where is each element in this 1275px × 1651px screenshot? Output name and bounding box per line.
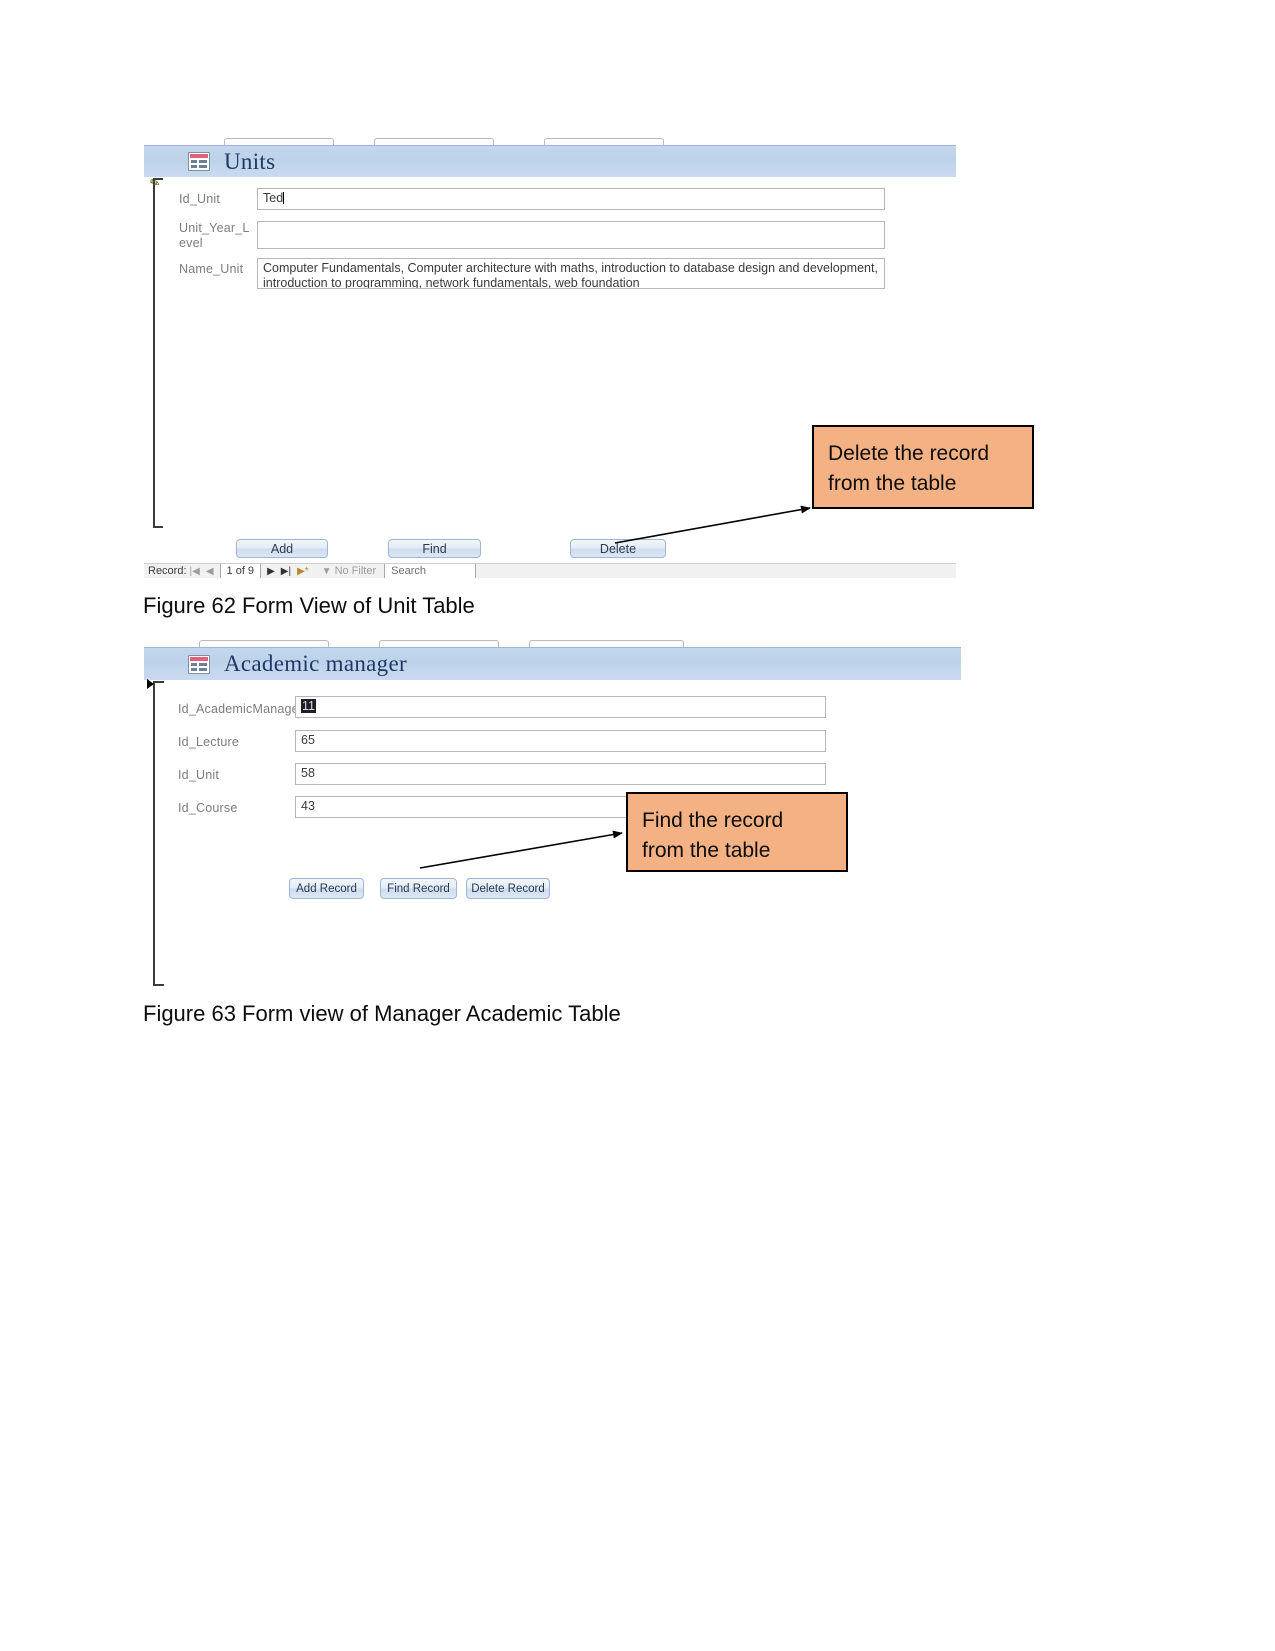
unit-record-selector[interactable] <box>153 178 163 528</box>
form-table-icon <box>188 152 210 171</box>
field-label-unit-year-level: Unit_Year_Level <box>179 221 250 250</box>
field-label-id-unit: Id_Unit <box>178 768 220 782</box>
delete-callout-line2: from the table <box>828 472 957 495</box>
find-callout-line1: Find the record <box>642 809 784 832</box>
field-input-id-unit[interactable]: Ted <box>257 188 885 210</box>
field-value-id-lecture: 65 <box>301 733 315 747</box>
unit-record-navigator[interactable]: Record: |◀ ◀ 1 of 9 ▶ ▶| ▶* ▼ No Filter … <box>144 563 956 578</box>
delete-button-label: Delete <box>599 541 637 556</box>
field-label-name-unit: Name_Unit <box>179 262 244 276</box>
add-record-button[interactable]: Add Record <box>289 878 364 899</box>
unit-form-window[interactable]: Units ✎ Id_Unit Ted Unit_Year_Level Name… <box>144 138 956 578</box>
figure-63-caption: Figure 63 Form view of Manager Academic … <box>143 1001 621 1026</box>
field-value-id-course: 43 <box>301 799 315 813</box>
filter-status-label[interactable]: No Filter <box>335 565 377 577</box>
field-value-id-academicmanager: 11 <box>301 699 316 713</box>
search-input[interactable]: Search <box>384 564 477 578</box>
find-record-button[interactable]: Find Record <box>380 878 457 899</box>
field-input-unit-year-level[interactable] <box>257 221 885 249</box>
add-button[interactable]: Add <box>236 539 328 558</box>
manager-form-header: Academic manager <box>144 647 961 680</box>
unit-form-title: Units <box>224 148 276 174</box>
find-callout-line2: from the table <box>642 839 771 862</box>
text-caret <box>283 192 285 204</box>
field-value-id-unit: 58 <box>301 766 315 780</box>
current-record-arrow-icon <box>147 679 154 689</box>
new-record-icon[interactable]: ▶* <box>297 566 309 577</box>
figure-62-caption: Figure 62 Form View of Unit Table <box>143 593 475 618</box>
last-record-icon[interactable]: ▶| <box>281 566 291 577</box>
add-button-label: Add <box>270 541 294 556</box>
delete-record-button-label: Delete Record <box>471 882 545 895</box>
field-input-id-academicmanager[interactable]: 11 <box>295 696 826 718</box>
next-record-icon[interactable]: ▶ <box>267 566 275 577</box>
delete-record-button[interactable]: Delete Record <box>466 878 550 899</box>
form-table-icon <box>188 654 210 674</box>
find-record-button-label: Find Record <box>387 882 450 895</box>
delete-callout-line1: Delete the record <box>828 442 990 465</box>
manager-record-selector[interactable] <box>153 681 164 986</box>
navigator-position[interactable]: 1 of 9 <box>219 564 262 578</box>
field-value-id-unit: Ted <box>263 191 284 205</box>
manager-form-title: Academic manager <box>224 651 407 676</box>
delete-record-callout: Delete the record from the table <box>812 425 1034 509</box>
field-input-id-lecture[interactable]: 65 <box>295 730 826 752</box>
field-label-id-unit: Id_Unit <box>179 192 221 206</box>
find-button[interactable]: Find <box>388 539 481 558</box>
find-record-callout: Find the record from the table <box>626 792 848 872</box>
unit-form-header: Units <box>144 145 956 177</box>
field-value-name-unit: Computer Fundamentals, Computer architec… <box>263 261 878 289</box>
field-label-id-course: Id_Course <box>178 801 238 815</box>
first-record-icon[interactable]: |◀ <box>190 566 200 577</box>
find-button-label: Find <box>422 541 447 556</box>
field-label-id-lecture: Id_Lecture <box>178 735 240 749</box>
field-input-id-unit-manager[interactable]: 58 <box>295 763 826 785</box>
field-input-name-unit[interactable]: Computer Fundamentals, Computer architec… <box>257 258 885 289</box>
previous-record-icon[interactable]: ◀ <box>206 566 214 577</box>
filter-icon[interactable]: ▼ <box>322 566 332 577</box>
navigator-record-label: Record: <box>148 565 187 577</box>
field-label-id-academicmanager: Id_AcademicManager <box>178 702 304 716</box>
delete-button[interactable]: Delete <box>570 539 666 558</box>
add-record-button-label: Add Record <box>296 882 357 895</box>
